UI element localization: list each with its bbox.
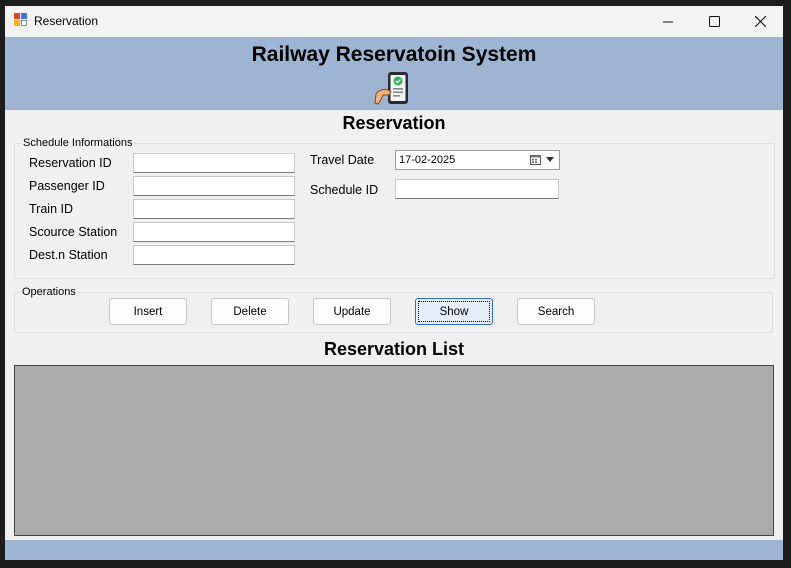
header-banner: Railway Reservatoin System (5, 37, 783, 110)
app-icon (14, 13, 28, 27)
reservation-id-label: Reservation ID (29, 156, 112, 170)
destination-station-field[interactable] (133, 245, 295, 265)
reservation-heading: Reservation (342, 113, 446, 133)
window-title: Reservation (34, 14, 99, 28)
show-button[interactable]: Show (415, 298, 493, 325)
reservation-list-heading: Reservation List (323, 339, 465, 359)
reservation-window: Reservation Railway Reservatoin System R… (5, 6, 783, 560)
source-station-field[interactable] (133, 222, 295, 242)
calendar-icon (530, 155, 541, 165)
search-button[interactable]: Search (517, 298, 595, 325)
delete-button[interactable]: Delete (211, 298, 289, 325)
reservation-data-grid[interactable] (14, 365, 774, 536)
maximize-button[interactable] (691, 6, 737, 37)
passenger-id-field[interactable] (133, 176, 295, 196)
minimize-icon (663, 21, 673, 22)
update-button[interactable]: Update (313, 298, 391, 325)
train-id-label: Train ID (29, 202, 73, 216)
passenger-id-label: Passenger ID (29, 179, 105, 193)
destination-station-label: Dest.n Station (29, 248, 108, 262)
app-title: Railway Reservatoin System (251, 43, 537, 66)
chevron-down-icon[interactable] (546, 154, 554, 165)
maximize-icon (708, 16, 720, 27)
reservation-id-field[interactable] (133, 153, 295, 173)
operations-group-label: Operations (20, 286, 78, 298)
minimize-button[interactable] (645, 6, 691, 37)
schedule-id-field[interactable] (395, 179, 559, 199)
insert-button[interactable]: Insert (109, 298, 187, 325)
close-icon (754, 16, 766, 27)
travel-date-picker[interactable]: 17-02-2025 (395, 150, 560, 170)
travel-date-value: 17-02-2025 (399, 154, 456, 166)
schedule-info-group-label: Schedule Informations (21, 137, 135, 149)
schedule-id-label: Schedule ID (310, 183, 379, 197)
source-station-label: Scource Station (29, 225, 118, 239)
status-bar (5, 540, 783, 560)
train-id-field[interactable] (133, 199, 295, 219)
ticket-phone-icon (374, 72, 408, 105)
title-bar[interactable]: Reservation (5, 6, 783, 37)
travel-date-label: Travel Date (310, 153, 375, 167)
close-button[interactable] (737, 6, 783, 37)
